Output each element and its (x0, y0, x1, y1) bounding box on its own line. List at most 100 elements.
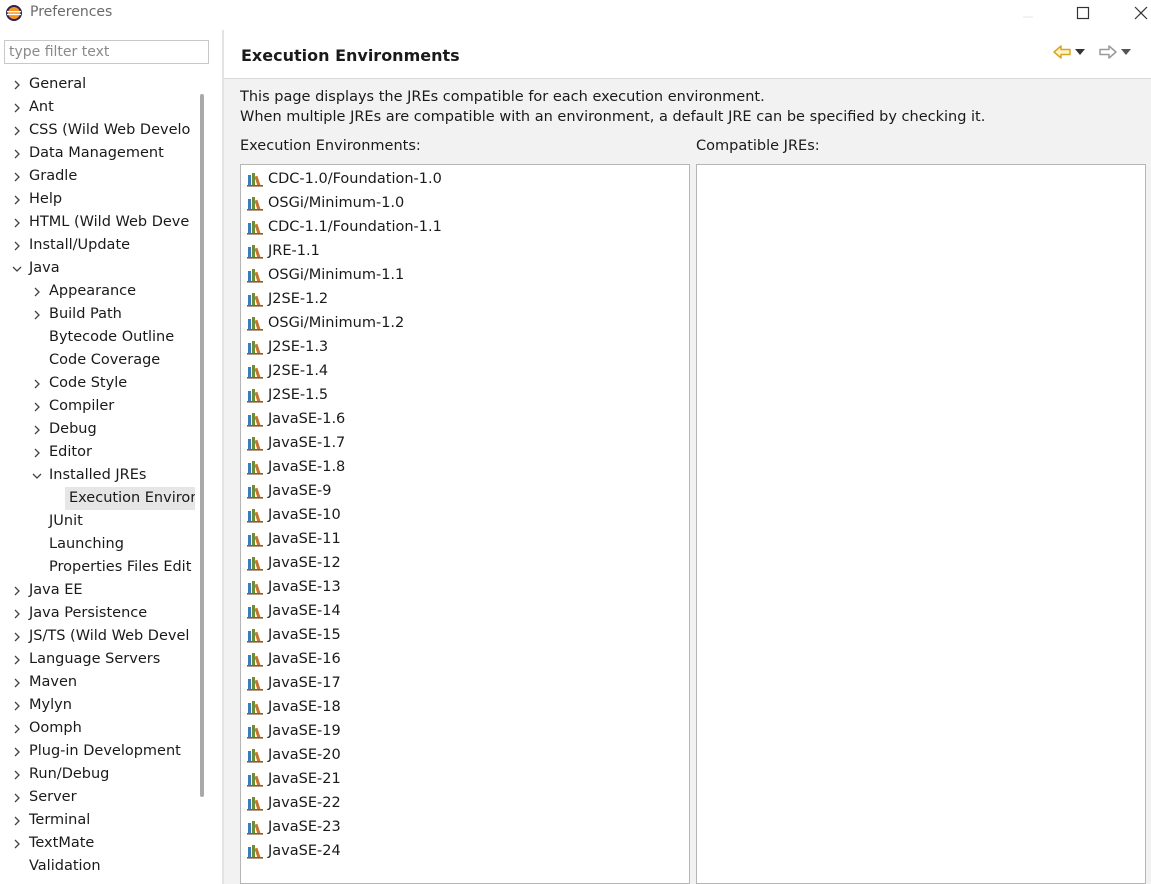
filter-input[interactable] (4, 40, 209, 64)
list-item[interactable]: OSGi/Minimum-1.2 (247, 311, 404, 335)
tree-item[interactable]: Properties Files Edit (0, 556, 195, 579)
chevron-right-icon[interactable] (10, 73, 24, 96)
list-item[interactable]: JavaSE-18 (247, 695, 341, 719)
list-item[interactable]: CDC-1.1/Foundation-1.1 (247, 215, 442, 239)
chevron-right-icon[interactable] (10, 809, 24, 832)
tree-item[interactable]: Plug-in Development (0, 740, 195, 763)
tree-item[interactable]: Language Servers (0, 648, 195, 671)
list-item[interactable]: J2SE-1.2 (247, 287, 328, 311)
chevron-right-icon[interactable] (10, 579, 24, 602)
list-item[interactable]: JavaSE-10 (247, 503, 341, 527)
tree-item[interactable]: Terminal (0, 809, 195, 832)
back-button[interactable] (1050, 42, 1074, 62)
chevron-right-icon[interactable] (10, 786, 24, 809)
tree-item[interactable]: Gradle (0, 165, 195, 188)
list-item[interactable]: JavaSE-22 (247, 791, 341, 815)
tree-item[interactable]: Data Management (0, 142, 195, 165)
list-item[interactable]: JavaSE-11 (247, 527, 341, 551)
chevron-right-icon[interactable] (30, 280, 44, 303)
chevron-right-icon[interactable] (10, 740, 24, 763)
chevron-right-icon[interactable] (10, 119, 24, 142)
back-history-dropdown[interactable] (1072, 42, 1088, 62)
tree-scrollbar[interactable] (200, 94, 204, 797)
chevron-right-icon[interactable] (30, 303, 44, 326)
chevron-down-icon[interactable] (30, 464, 44, 487)
list-item[interactable]: OSGi/Minimum-1.0 (247, 191, 404, 215)
list-item[interactable]: J2SE-1.3 (247, 335, 328, 359)
forward-button[interactable] (1096, 42, 1120, 62)
tree-item[interactable]: Appearance (0, 280, 195, 303)
tree-item[interactable]: Help (0, 188, 195, 211)
chevron-right-icon[interactable] (30, 441, 44, 464)
tree-item[interactable]: Java EE (0, 579, 195, 602)
list-item[interactable]: JavaSE-21 (247, 767, 341, 791)
list-item[interactable]: CDC-1.0/Foundation-1.0 (247, 167, 442, 191)
tree-item[interactable]: Editor (0, 441, 195, 464)
list-item[interactable]: JavaSE-19 (247, 719, 341, 743)
tree-item[interactable]: JUnit (0, 510, 195, 533)
tree-item[interactable]: Debug (0, 418, 195, 441)
tree-item[interactable]: CSS (Wild Web Develo (0, 119, 195, 142)
chevron-right-icon[interactable] (10, 211, 24, 234)
chevron-right-icon[interactable] (30, 418, 44, 441)
list-item[interactable]: JavaSE-16 (247, 647, 341, 671)
list-item[interactable]: JavaSE-9 (247, 479, 331, 503)
tree-item[interactable]: Ant (0, 96, 195, 119)
tree-item[interactable]: TextMate (0, 832, 195, 855)
tree-item[interactable]: JS/TS (Wild Web Devel (0, 625, 195, 648)
tree-item[interactable]: Compiler (0, 395, 195, 418)
tree-item[interactable]: Bytecode Outline (0, 326, 195, 349)
tree-item[interactable]: Build Path (0, 303, 195, 326)
forward-history-dropdown[interactable] (1118, 42, 1134, 62)
list-item[interactable]: JavaSE-1.8 (247, 455, 345, 479)
chevron-right-icon[interactable] (10, 648, 24, 671)
chevron-right-icon[interactable] (10, 717, 24, 740)
tree-item[interactable]: Installed JREs (0, 464, 195, 487)
chevron-right-icon[interactable] (30, 372, 44, 395)
tree-item[interactable]: Install/Update (0, 234, 195, 257)
list-item[interactable]: JavaSE-13 (247, 575, 341, 599)
list-item[interactable]: OSGi/Minimum-1.1 (247, 263, 404, 287)
list-item[interactable]: JavaSE-1.7 (247, 431, 345, 455)
tree-item[interactable]: Code Style (0, 372, 195, 395)
list-item[interactable]: J2SE-1.5 (247, 383, 328, 407)
tree-item[interactable]: Oomph (0, 717, 195, 740)
chevron-right-icon[interactable] (10, 625, 24, 648)
minimize-button[interactable] (1005, 0, 1051, 26)
execution-environments-list[interactable]: CDC-1.0/Foundation-1.0 OSGi/Minimum-1.0 CD… (240, 164, 690, 884)
tree-item[interactable]: Validation (0, 855, 195, 878)
list-item[interactable]: JavaSE-14 (247, 599, 341, 623)
list-item[interactable]: JavaSE-1.6 (247, 407, 345, 431)
tree-item[interactable]: Java Persistence (0, 602, 195, 625)
close-button[interactable] (1118, 0, 1151, 26)
tree-item[interactable]: Mylyn (0, 694, 195, 717)
chevron-right-icon[interactable] (10, 832, 24, 855)
chevron-right-icon[interactable] (10, 142, 24, 165)
list-item[interactable]: J2SE-1.4 (247, 359, 328, 383)
tree-item[interactable]: Code Coverage (0, 349, 195, 372)
tree-item[interactable]: General (0, 73, 195, 96)
chevron-right-icon[interactable] (10, 96, 24, 119)
chevron-right-icon[interactable] (10, 188, 24, 211)
maximize-button[interactable] (1060, 0, 1106, 26)
tree-item[interactable]: Run/Debug (0, 763, 195, 786)
tree-item[interactable]: Maven (0, 671, 195, 694)
tree-item[interactable]: HTML (Wild Web Deve (0, 211, 195, 234)
tree-item[interactable]: Launching (0, 533, 195, 556)
chevron-right-icon[interactable] (10, 694, 24, 717)
chevron-right-icon[interactable] (10, 234, 24, 257)
chevron-right-icon[interactable] (10, 602, 24, 625)
tree-item[interactable]: Execution Environ (0, 487, 195, 510)
chevron-right-icon[interactable] (10, 763, 24, 786)
tree-item[interactable]: Java (0, 257, 195, 280)
list-item[interactable]: JavaSE-17 (247, 671, 341, 695)
list-item[interactable]: JavaSE-15 (247, 623, 341, 647)
list-item[interactable]: JavaSE-24 (247, 839, 341, 863)
list-item[interactable]: JRE-1.1 (247, 239, 320, 263)
chevron-right-icon[interactable] (30, 395, 44, 418)
compatible-jres-list[interactable] (696, 164, 1146, 884)
chevron-down-icon[interactable] (10, 257, 24, 280)
list-item[interactable]: JavaSE-20 (247, 743, 341, 767)
chevron-right-icon[interactable] (10, 165, 24, 188)
tree-item[interactable]: Server (0, 786, 195, 809)
